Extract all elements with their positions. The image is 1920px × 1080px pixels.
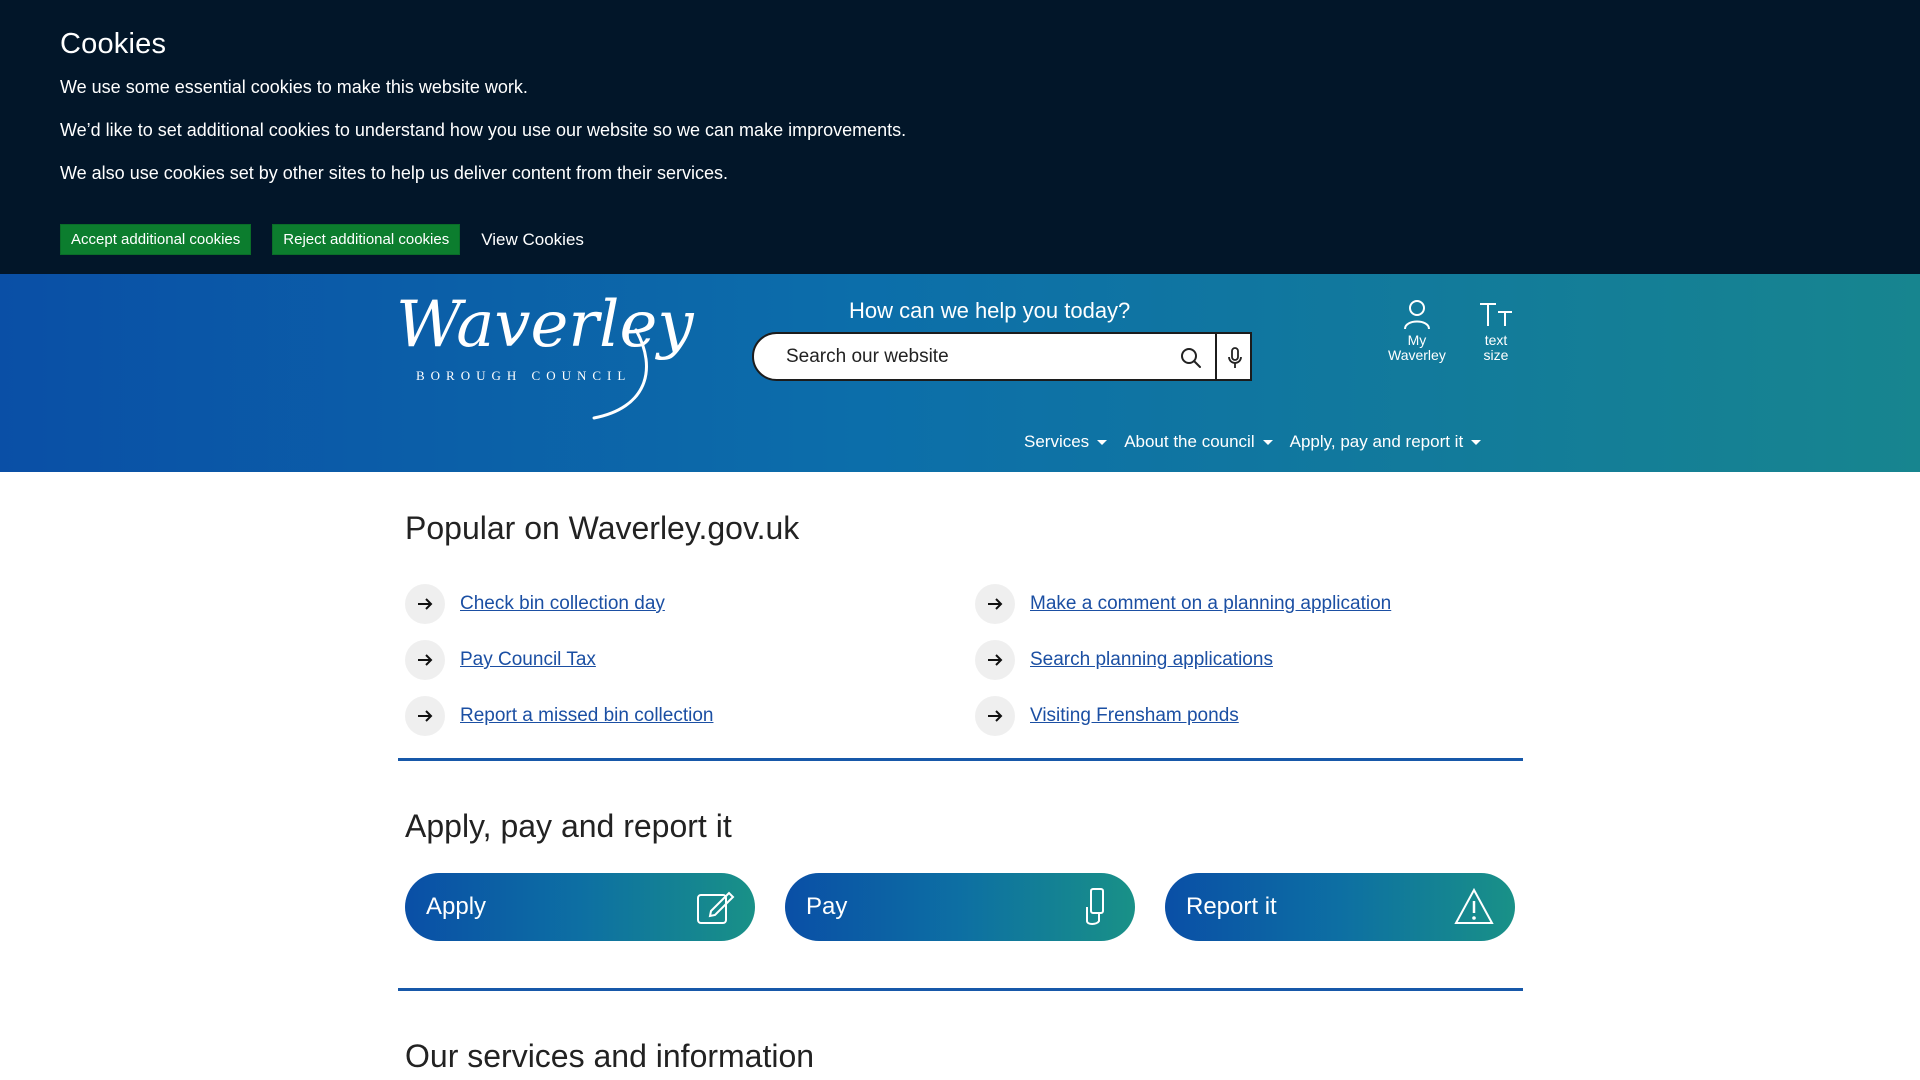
- reject-cookies-button[interactable]: Reject additional cookies: [272, 224, 461, 255]
- report-card[interactable]: Report it: [1165, 873, 1515, 941]
- user-icon: [1403, 300, 1430, 330]
- arrow-right-icon: [975, 640, 1015, 680]
- popular-title: Popular on Waverley.gov.uk: [405, 510, 800, 546]
- arrow-right-icon: [405, 584, 445, 624]
- nav-about-label: About the council: [1124, 432, 1255, 451]
- view-cookies-link[interactable]: View Cookies: [481, 230, 584, 250]
- apply-cards: Apply Pay Report it: [405, 873, 1522, 941]
- text-size-icon: [1480, 303, 1512, 326]
- waverley-logo[interactable]: Waverley BOROUGH COUNCIL: [396, 288, 694, 420]
- chevron-down-icon: [1097, 439, 1108, 445]
- nav-about[interactable]: About the council: [1124, 432, 1273, 452]
- cookie-text-third-party: We also use cookies set by other sites t…: [60, 163, 728, 183]
- section-divider: [398, 758, 1523, 761]
- search-input[interactable]: [784, 344, 1148, 369]
- text-size-button[interactable]: text size: [1478, 298, 1514, 363]
- search-divider: [1215, 332, 1217, 381]
- popular-link[interactable]: Make a comment on a planning application: [1030, 593, 1391, 615]
- popular-link[interactable]: Pay Council Tax: [460, 649, 596, 671]
- nav-services[interactable]: Services: [1024, 432, 1108, 452]
- list-item: Visiting Frensham ponds: [975, 688, 1535, 744]
- arrow-right-icon: [975, 584, 1015, 624]
- my-waverley-label-2: Waverley: [1388, 347, 1446, 363]
- chevron-down-icon: [1262, 439, 1273, 445]
- apply-card[interactable]: Apply: [405, 873, 755, 941]
- list-item: Report a missed bin collection: [405, 688, 965, 744]
- popular-section: Popular on Waverley.gov.uk Check bin col…: [405, 510, 1522, 736]
- services-section-title: Our services and information: [405, 1038, 815, 1074]
- list-item: Pay Council Tax: [405, 632, 965, 688]
- my-waverley-label-1: My: [1407, 332, 1427, 348]
- list-item: Check bin collection day: [405, 576, 965, 632]
- pay-card-label: Pay: [806, 893, 848, 920]
- cookie-actions: Accept additional cookies Reject additio…: [60, 224, 1860, 255]
- logo-swoosh-icon: [592, 328, 648, 420]
- popular-link[interactable]: Report a missed bin collection: [460, 705, 713, 727]
- main-nav: Services About the council Apply, pay an…: [1024, 432, 1482, 452]
- apply-section-title: Apply, pay and report it: [405, 808, 732, 844]
- microphone-icon[interactable]: [1226, 346, 1244, 375]
- popular-link[interactable]: Visiting Frensham ponds: [1030, 705, 1239, 727]
- nav-apply-label: Apply, pay and report it: [1289, 432, 1464, 451]
- arrow-right-icon: [975, 696, 1015, 736]
- site-header: Waverley BOROUGH COUNCIL How can we help…: [0, 274, 1920, 472]
- pay-card[interactable]: Pay: [785, 873, 1135, 941]
- popular-links-right: Make a comment on a planning application…: [975, 576, 1535, 744]
- nav-apply[interactable]: Apply, pay and report it: [1290, 432, 1482, 452]
- search-icon[interactable]: [1179, 346, 1203, 375]
- list-item: Make a comment on a planning application: [975, 576, 1535, 632]
- chevron-down-icon: [1471, 439, 1482, 445]
- arrow-right-icon: [405, 640, 445, 680]
- warning-icon: [1454, 887, 1494, 924]
- popular-link[interactable]: Check bin collection day: [460, 593, 665, 615]
- help-heading: How can we help you today?: [849, 298, 1131, 323]
- list-item: Search planning applications: [975, 632, 1535, 688]
- cookie-title: Cookies: [60, 28, 167, 60]
- edit-icon: [697, 891, 735, 924]
- nav-services-label: Services: [1024, 432, 1090, 451]
- card-payment-icon: [1086, 888, 1104, 925]
- cookie-text-additional: We’d like to set additional cookies to u…: [60, 120, 907, 140]
- arrow-right-icon: [405, 696, 445, 736]
- apply-card-label: Apply: [426, 893, 487, 920]
- report-card-label: Report it: [1186, 893, 1277, 920]
- popular-link[interactable]: Search planning applications: [1030, 649, 1273, 671]
- text-size-label-1: text: [1484, 332, 1508, 348]
- site-search: [752, 332, 1252, 381]
- my-waverley-button[interactable]: My Waverley: [1388, 298, 1446, 363]
- section-divider: [398, 988, 1523, 991]
- cookie-text-essential: We use some essential cookies to make th…: [60, 77, 528, 97]
- popular-links-left: Check bin collection day Pay Council Tax…: [405, 576, 965, 744]
- cookie-banner: Cookies We use some essential cookies to…: [0, 0, 1920, 274]
- text-size-label-2: size: [1483, 347, 1509, 363]
- accept-cookies-button[interactable]: Accept additional cookies: [60, 224, 252, 255]
